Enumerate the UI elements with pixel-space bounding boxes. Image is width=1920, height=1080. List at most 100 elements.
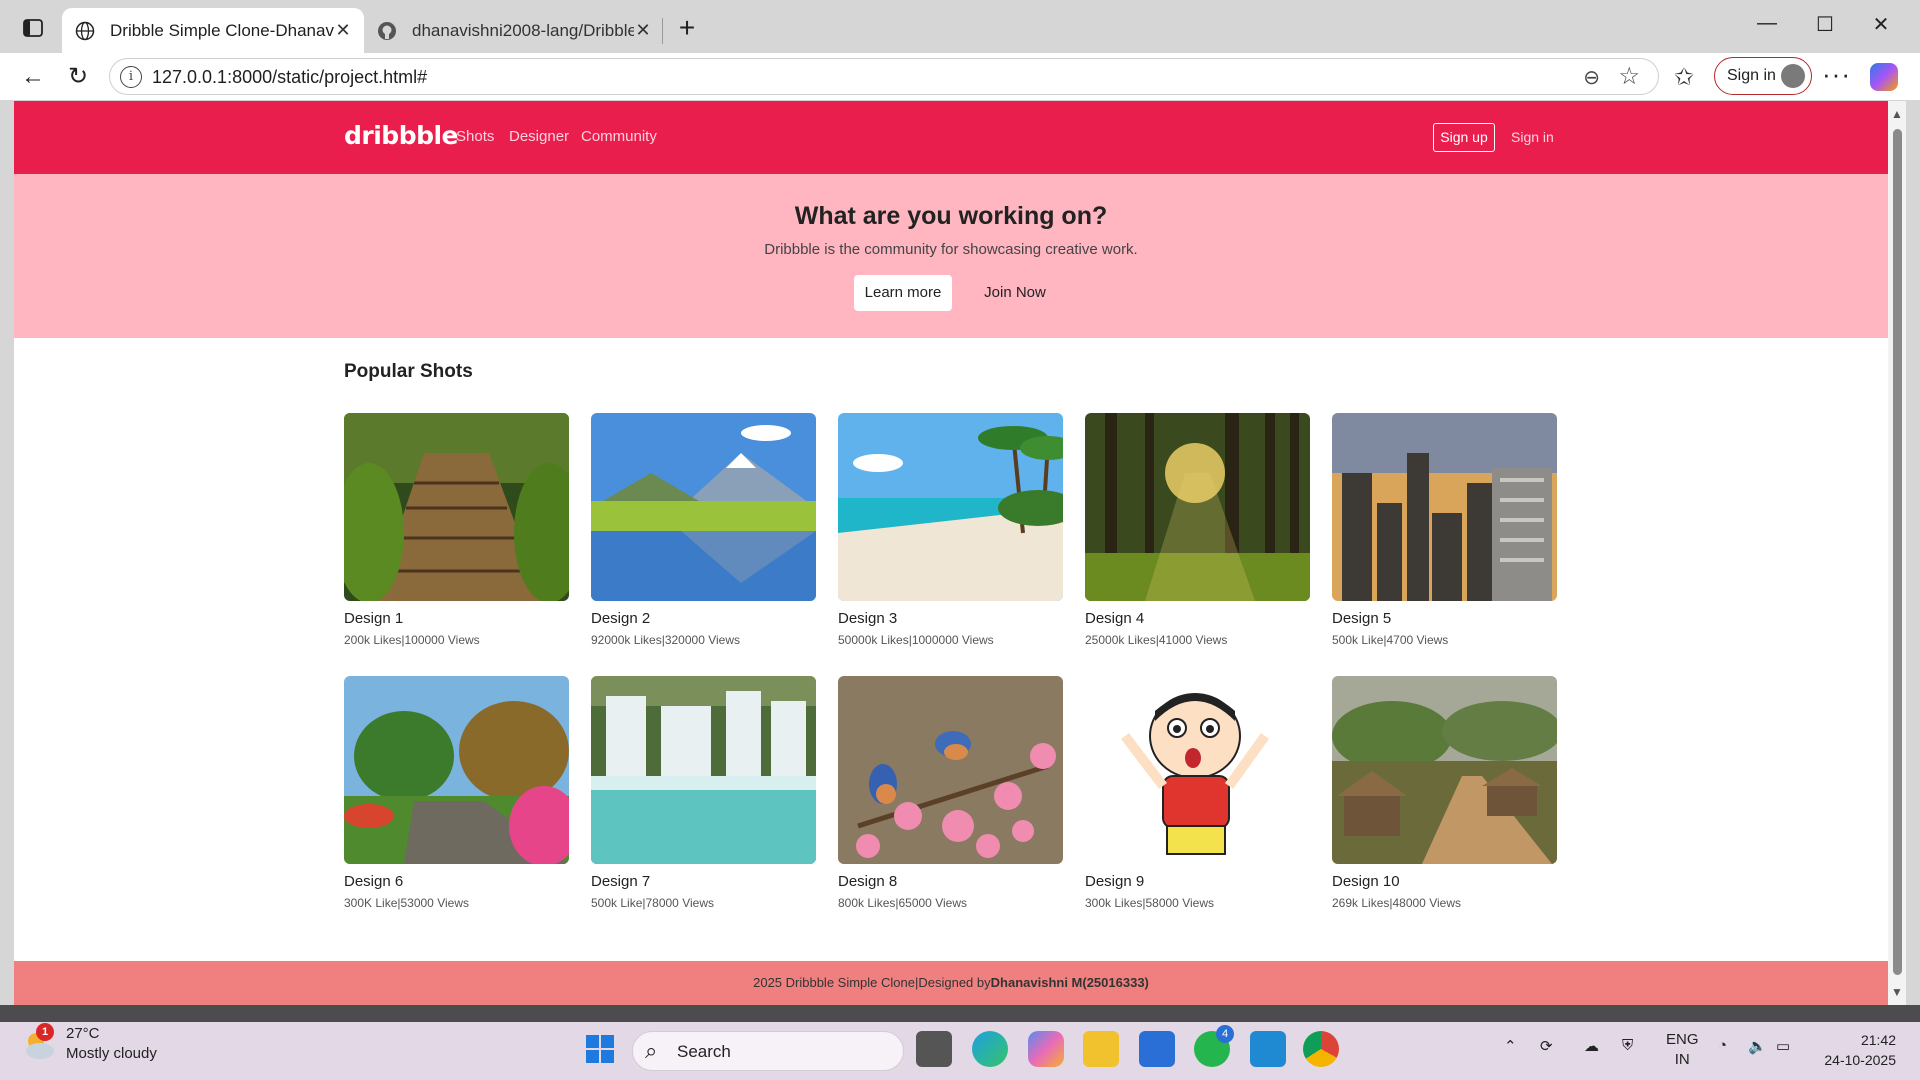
shot-card[interactable]: Design 1 200k Likes|100000 Views bbox=[344, 413, 569, 647]
page-scrollbar[interactable]: ▲ ▼ bbox=[1888, 101, 1906, 1005]
tab-dribbble-clone[interactable]: Dribble Simple Clone-Dhanavishni ✕ bbox=[62, 8, 364, 53]
shot-title[interactable]: Design 10 bbox=[1332, 873, 1557, 890]
microsoft-store-icon[interactable] bbox=[1139, 1031, 1175, 1067]
join-now-button[interactable]: Join Now bbox=[974, 275, 1056, 311]
close-tab-icon[interactable]: ✕ bbox=[634, 20, 652, 41]
cloud-offline-icon[interactable]: ☁ bbox=[1584, 1037, 1599, 1055]
minimize-icon[interactable]: — bbox=[1752, 12, 1782, 40]
sync-icon[interactable]: ⟳ bbox=[1540, 1037, 1553, 1055]
shot-title[interactable]: Design 4 bbox=[1085, 610, 1310, 627]
shot-card[interactable]: Design 5 500k Like|4700 Views bbox=[1332, 413, 1557, 647]
windows-start-icon[interactable] bbox=[582, 1031, 618, 1067]
site-footer: 2025 Dribbble Simple Clone|Designed byDh… bbox=[14, 961, 1888, 1005]
scroll-up-icon[interactable]: ▲ bbox=[1891, 107, 1903, 121]
scrollbar-thumb[interactable] bbox=[1893, 129, 1902, 975]
shot-image-cartoon-boy[interactable] bbox=[1085, 676, 1310, 864]
shot-image-waterfall[interactable] bbox=[591, 676, 816, 864]
url-field[interactable]: i 127.0.0.1:8000/static/project.html# ⊖ … bbox=[109, 58, 1659, 95]
shot-image-village[interactable] bbox=[1332, 676, 1557, 864]
zoom-icon[interactable]: ⊖ bbox=[1583, 65, 1600, 90]
learn-more-button[interactable]: Learn more bbox=[854, 275, 952, 311]
shot-title[interactable]: Design 1 bbox=[344, 610, 569, 627]
shot-title[interactable]: Design 8 bbox=[838, 873, 1063, 890]
shot-card[interactable]: Design 3 50000k Likes|1000000 Views bbox=[838, 413, 1063, 647]
tab-title: Dribble Simple Clone-Dhanavishni bbox=[110, 20, 334, 40]
shot-card[interactable]: Design 9 300k Likes|58000 Views bbox=[1085, 676, 1310, 910]
system-clock[interactable]: 21:42 24-10-2025 bbox=[1816, 1030, 1896, 1070]
tab-github-repo[interactable]: dhanavishni2008-lang/Dribble ✕ bbox=[364, 8, 664, 53]
close-tab-icon[interactable]: ✕ bbox=[334, 20, 352, 41]
globe-icon bbox=[74, 20, 96, 42]
address-bar: ← ↻ i 127.0.0.1:8000/static/project.html… bbox=[0, 53, 1920, 100]
shot-title[interactable]: Design 6 bbox=[344, 873, 569, 890]
taskbar-preview-strip bbox=[0, 1005, 1920, 1022]
signin-link[interactable]: Sign in bbox=[1511, 129, 1554, 145]
copilot-icon[interactable] bbox=[1870, 63, 1898, 91]
refresh-icon[interactable]: ↻ bbox=[63, 62, 93, 92]
back-icon[interactable]: ← bbox=[18, 62, 48, 92]
shot-title[interactable]: Design 3 bbox=[838, 610, 1063, 627]
battery-icon[interactable]: ▭ bbox=[1776, 1037, 1790, 1055]
sidebar-toggle-icon[interactable] bbox=[18, 15, 48, 41]
shot-title[interactable]: Design 2 bbox=[591, 610, 816, 627]
new-tab-button[interactable]: + bbox=[672, 14, 702, 44]
volume-icon[interactable]: 🔈 bbox=[1748, 1037, 1767, 1055]
shot-image-alpine-lake[interactable] bbox=[591, 413, 816, 601]
shot-card[interactable]: Design 10 269k Likes|48000 Views bbox=[1332, 676, 1557, 910]
shot-image-beach[interactable] bbox=[838, 413, 1063, 601]
shot-stats: 500k Like|4700 Views bbox=[1332, 633, 1449, 647]
signup-button[interactable]: Sign up bbox=[1433, 123, 1495, 152]
section-title: Popular Shots bbox=[344, 361, 473, 382]
shot-image-city-skyline[interactable] bbox=[1332, 413, 1557, 601]
shot-title[interactable]: Design 5 bbox=[1332, 610, 1557, 627]
more-options-icon[interactable]: ··· bbox=[1822, 59, 1851, 90]
shot-card[interactable]: Design 6 300K Like|53000 Views bbox=[344, 676, 569, 910]
language-indicator[interactable]: ENG IN bbox=[1666, 1030, 1699, 1070]
weather-temperature: 27°C bbox=[66, 1025, 100, 1042]
favorite-star-icon[interactable]: ☆ bbox=[1618, 62, 1640, 91]
copilot-app-icon[interactable] bbox=[1028, 1031, 1064, 1067]
url-text[interactable]: 127.0.0.1:8000/static/project.html# bbox=[152, 67, 427, 88]
shot-card[interactable]: Design 7 500k Like|78000 Views bbox=[591, 676, 816, 910]
security-shield-icon[interactable]: ⛨ bbox=[1622, 1037, 1633, 1054]
shot-stats: 800k Likes|65000 Views bbox=[838, 896, 967, 910]
shot-stats: 300K Like|53000 Views bbox=[344, 896, 469, 910]
edge-browser-icon[interactable] bbox=[972, 1031, 1008, 1067]
page-viewport: dribbble Shots Designer Community Sign u… bbox=[14, 101, 1888, 1005]
cloudy-weather-icon: 1 bbox=[22, 1023, 56, 1061]
maximize-icon[interactable]: ☐ bbox=[1810, 12, 1840, 40]
nav-link-community[interactable]: Community bbox=[581, 128, 657, 145]
favorites-icon[interactable]: ✩ bbox=[1674, 63, 1694, 92]
task-view-icon[interactable] bbox=[916, 1031, 952, 1067]
taskbar-search-box[interactable]: ⌕ Search bbox=[632, 1031, 904, 1071]
wifi-icon[interactable]: ◔ bbox=[1718, 1037, 1727, 1054]
weather-alert-badge: 1 bbox=[36, 1023, 54, 1041]
scroll-down-icon[interactable]: ▼ bbox=[1891, 985, 1903, 999]
shot-image-walkway[interactable] bbox=[344, 413, 569, 601]
shot-title[interactable]: Design 9 bbox=[1085, 873, 1310, 890]
shot-card[interactable]: Design 2 92000k Likes|320000 Views bbox=[591, 413, 816, 647]
shot-card[interactable]: Design 8 800k Likes|65000 Views bbox=[838, 676, 1063, 910]
file-explorer-icon[interactable] bbox=[1083, 1031, 1119, 1067]
shot-image-bluebirds[interactable] bbox=[838, 676, 1063, 864]
weather-widget[interactable]: 1 27°C Mostly cloudy bbox=[22, 1023, 157, 1064]
whatsapp-icon[interactable]: 4 bbox=[1194, 1025, 1234, 1067]
nav-link-shots[interactable]: Shots bbox=[456, 128, 494, 145]
show-hidden-icons-icon[interactable]: ⌃ bbox=[1504, 1037, 1517, 1055]
vscode-icon[interactable] bbox=[1250, 1031, 1286, 1067]
shot-stats: 50000k Likes|1000000 Views bbox=[838, 633, 994, 647]
shot-image-garden-path[interactable] bbox=[344, 676, 569, 864]
shot-card[interactable]: Design 4 25000k Likes|41000 Views bbox=[1085, 413, 1310, 647]
window-border-right bbox=[1906, 100, 1920, 1005]
close-window-icon[interactable]: ✕ bbox=[1866, 12, 1896, 40]
profile-avatar-icon bbox=[1781, 64, 1805, 88]
browser-signin-button[interactable]: Sign in bbox=[1714, 57, 1812, 95]
site-info-icon[interactable]: i bbox=[120, 66, 142, 88]
site-logo[interactable]: dribbble bbox=[344, 121, 459, 150]
nav-link-designer[interactable]: Designer bbox=[509, 128, 569, 145]
tab-title: dhanavishni2008-lang/Dribble bbox=[412, 20, 634, 40]
shot-image-forest[interactable] bbox=[1085, 413, 1310, 601]
chrome-icon[interactable] bbox=[1303, 1031, 1339, 1067]
window-border-left bbox=[0, 100, 14, 1005]
shot-title[interactable]: Design 7 bbox=[591, 873, 816, 890]
